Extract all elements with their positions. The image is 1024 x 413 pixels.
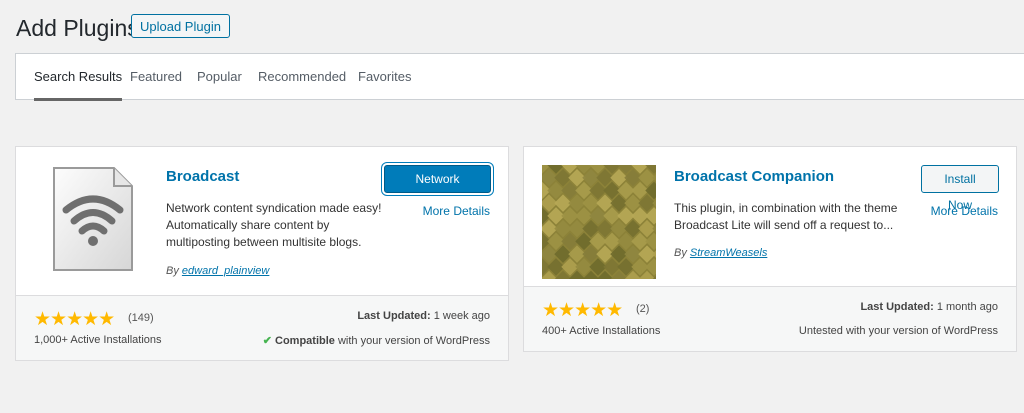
rating-count: (149): [128, 312, 154, 324]
compat-strong: Compatible: [275, 335, 335, 347]
rating-count: (2): [636, 303, 650, 315]
active-installs: 400+ Active Installations: [542, 325, 661, 337]
network-activate-button[interactable]: Network Activate: [384, 165, 491, 212]
author-link[interactable]: edward_plainview: [182, 265, 269, 277]
author-by-label: By: [166, 265, 179, 277]
plugin-description: Network content syndication made easy! A…: [166, 201, 382, 249]
plugin-author: By edward_plainview: [166, 265, 269, 277]
active-installs: 1,000+ Active Installations: [34, 334, 162, 346]
last-updated-label: Last Updated:: [357, 310, 431, 322]
last-updated: Last Updated: 1 month ago: [860, 301, 998, 313]
author-link[interactable]: StreamWeasels: [690, 247, 767, 259]
tab-search-results[interactable]: Search Results: [34, 54, 123, 101]
plugin-description: This plugin, in combination with the the…: [674, 201, 898, 232]
last-updated-value: 1 month ago: [936, 301, 998, 313]
upload-plugin-button[interactable]: Upload Plugin: [131, 14, 230, 38]
plugin-card-bottom: ★★★★★ (2) 400+ Active Installations Last…: [524, 286, 1016, 351]
install-now-button[interactable]: Install Now: [921, 165, 999, 212]
plugin-card-top: Broadcast Companion Install Now More Det…: [524, 147, 1016, 299]
plugin-card-bottom: ★★★★★ (149) 1,000+ Active Installations …: [16, 295, 508, 360]
compatibility-status: Untested with your version of WordPress: [798, 325, 998, 337]
compatibility-status: ✔ Compatible with your version of WordPre…: [263, 334, 490, 347]
tab-favorites[interactable]: Favorites: [358, 54, 411, 100]
olive-mosaic-icon: [542, 165, 656, 279]
compat-rest: with your version of WordPress: [337, 335, 490, 347]
tab-popular[interactable]: Popular: [197, 54, 242, 100]
star-rating: ★★★★★: [542, 300, 623, 321]
author-by-label: By: [674, 247, 687, 259]
last-updated-value: 1 week ago: [433, 310, 490, 322]
page-title: Add Plugins: [16, 15, 139, 41]
checkmark-icon: ✔: [262, 335, 272, 347]
plugin-card-broadcast: Broadcast Network Activate More Details …: [15, 146, 509, 361]
plugin-card-top: Broadcast Network Activate More Details …: [16, 147, 508, 299]
more-details-link[interactable]: More Details: [931, 204, 998, 218]
plugin-filter-bar: Search Results Featured Popular Recommen…: [15, 53, 1024, 101]
plugin-name-link[interactable]: Broadcast: [166, 168, 239, 185]
last-updated: Last Updated: 1 week ago: [357, 310, 490, 322]
plugin-card-broadcast-companion: Broadcast Companion Install Now More Det…: [523, 146, 1017, 352]
star-rating: ★★★★★: [34, 309, 115, 330]
more-details-link[interactable]: More Details: [423, 204, 490, 218]
tab-featured[interactable]: Featured: [130, 54, 182, 100]
tab-recommended[interactable]: Recommended: [258, 54, 346, 100]
wifi-file-icon: [52, 166, 134, 272]
plugin-author: By StreamWeasels: [674, 247, 767, 259]
last-updated-label: Last Updated:: [860, 301, 934, 313]
plugin-name-link[interactable]: Broadcast Companion: [674, 168, 834, 185]
